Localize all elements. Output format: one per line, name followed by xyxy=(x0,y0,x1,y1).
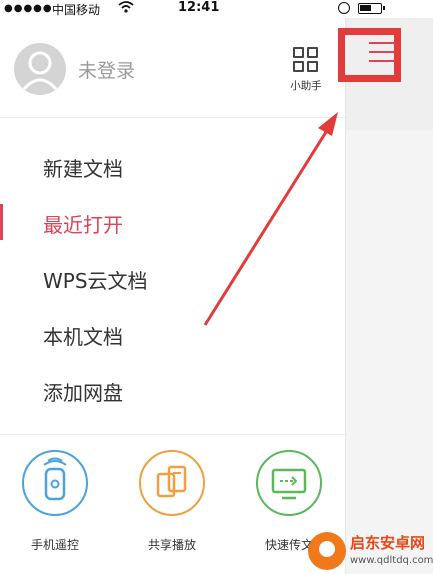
watermark-logo-icon xyxy=(308,532,346,570)
menu-item-wps-cloud[interactable]: WPS云文档 xyxy=(43,265,148,294)
signal-strength-icon: ●●●●● xyxy=(4,3,53,14)
side-drawer: 未登录 小助手 新建文档 最近打开 WPS云文档 本机文档 添加网盘 手机遥控 xyxy=(0,18,345,574)
watermark: 启东安卓网 www.qdltdq.com xyxy=(304,528,433,574)
user-silhouette-icon xyxy=(22,51,58,91)
status-bar: ●●●●● 中国移动 12:41 xyxy=(0,0,433,18)
user-avatar[interactable] xyxy=(14,43,66,95)
rotation-lock-icon xyxy=(338,2,350,14)
assistant-label: 小助手 xyxy=(290,80,322,92)
share-play-icon xyxy=(139,450,205,516)
menu-item-recent[interactable]: 最近打开 xyxy=(43,209,123,238)
menu-item-local-documents[interactable]: 本机文档 xyxy=(43,321,123,350)
watermark-url: www.qdltdq.com xyxy=(350,555,433,566)
login-status[interactable]: 未登录 xyxy=(78,56,135,83)
main-content-panel[interactable] xyxy=(345,18,433,574)
fast-transfer-icon xyxy=(256,450,322,516)
active-indicator xyxy=(0,204,3,240)
tool-share-play[interactable]: 共享播放 xyxy=(127,450,217,553)
divider xyxy=(0,434,345,435)
tool-label: 共享播放 xyxy=(147,538,196,552)
menu-item-new-document[interactable]: 新建文档 xyxy=(43,153,123,182)
assistant-button[interactable]: 小助手 xyxy=(282,46,330,98)
tool-label: 手机遥控 xyxy=(30,538,79,552)
carrier-name: 中国移动 xyxy=(52,3,101,17)
battery-icon xyxy=(358,3,385,14)
watermark-title: 启东安卓网 xyxy=(350,534,426,552)
grid-icon xyxy=(292,46,320,74)
clock-time: 12:41 xyxy=(178,0,220,15)
phone-remote-icon xyxy=(22,450,88,516)
wifi-icon xyxy=(118,1,134,13)
tool-phone-remote[interactable]: 手机遥控 xyxy=(10,450,100,553)
menu-item-add-cloud-drive[interactable]: 添加网盘 xyxy=(43,377,123,406)
highlight-box-annotation xyxy=(338,28,401,82)
divider xyxy=(0,117,345,118)
